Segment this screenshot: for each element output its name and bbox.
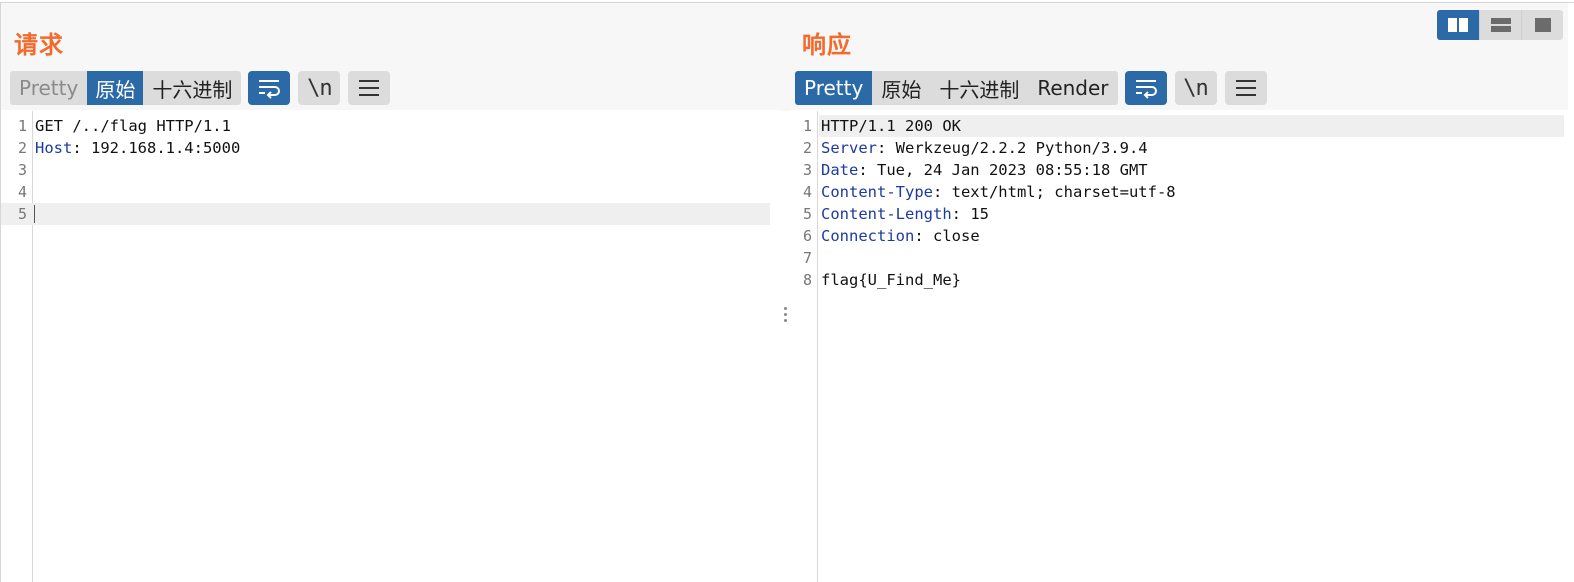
code-line: 2 Host: 192.168.1.4:5000 [1, 137, 781, 159]
request-wrap-lines-button[interactable] [248, 71, 291, 105]
line-number: 5 [17, 205, 27, 223]
response-menu-button[interactable] [1224, 71, 1267, 105]
menu-icon [359, 80, 380, 96]
code-line: 6 Connection: close [790, 225, 1568, 247]
split-rows-icon [1490, 18, 1511, 32]
line-number: 3 [802, 161, 812, 179]
response-tab-pretty[interactable]: Pretty [795, 71, 873, 105]
code-line: 1 GET /../flag HTTP/1.1 [1, 115, 781, 137]
line-number: 2 [17, 139, 27, 157]
request-title: 请求 [14, 31, 64, 59]
code-line: 4 Content-Type: text/html; charset=utf-8 [790, 181, 1568, 203]
header-name: Date [821, 161, 859, 179]
line-text: Host: 192.168.1.4:5000 [35, 139, 241, 157]
single-pane-icon [1534, 18, 1551, 32]
request-tab-pretty[interactable]: Pretty [10, 71, 87, 105]
request-header: 请求 Pretty 原始 十六进制 \n [1, 3, 781, 110]
code-line: 3 [1, 159, 781, 181]
response-title: 响应 [802, 31, 852, 59]
line-number: 7 [802, 249, 812, 267]
code-line: 4 [1, 181, 781, 203]
line-number: 4 [802, 183, 812, 201]
wrap-lines-icon [1135, 80, 1157, 99]
response-tab-render[interactable]: Render [1028, 71, 1117, 105]
response-editor[interactable]: 1 HTTP/1.1 200 OK 2 Server: Werkzeug/2.2… [790, 111, 1568, 582]
code-line: 7 [790, 247, 1568, 269]
line-text: GET /../flag HTTP/1.1 [35, 117, 231, 135]
line-number: 1 [17, 117, 27, 135]
text-caret [34, 205, 35, 223]
split-columns-icon [1448, 18, 1468, 32]
request-panel: 请求 Pretty 原始 十六进制 \n 1 GET /../flag HTTP… [1, 3, 781, 582]
layout-split-columns-button[interactable] [1437, 10, 1479, 40]
request-show-newlines-button[interactable]: \n [298, 71, 341, 105]
request-editor[interactable]: 1 GET /../flag HTTP/1.1 2 Host: 192.168.… [1, 111, 781, 582]
header-name: Server [821, 139, 877, 157]
line-text: flag{U_Find_Me} [821, 271, 961, 289]
line-number: 2 [802, 139, 812, 157]
line-text: HTTP/1.1 200 OK [821, 117, 961, 135]
request-view-tabs: Pretty 原始 十六进制 [10, 71, 242, 105]
wrap-lines-icon [259, 80, 281, 99]
request-tab-raw[interactable]: 原始 [87, 71, 144, 105]
layout-split-rows-button[interactable] [1479, 10, 1521, 40]
code-line: 2 Server: Werkzeug/2.2.2 Python/3.9.4 [790, 137, 1568, 159]
show-newlines-icon: \n [1183, 75, 1208, 101]
header-name: Host [35, 139, 73, 157]
line-text: Connection: close [821, 227, 980, 245]
line-number: 1 [802, 117, 812, 135]
line-text: Content-Length: 15 [821, 205, 989, 223]
code-line: 8 flag{U_Find_Me} [790, 269, 1568, 291]
header-name: Connection [821, 227, 915, 245]
splitter-grip-icon [784, 307, 787, 325]
response-tab-raw[interactable]: 原始 [872, 71, 930, 105]
line-number: 5 [802, 205, 812, 223]
response-toolbar: Pretty 原始 十六进制 Render \n [795, 71, 1267, 105]
header-name: Content-Type [821, 183, 933, 201]
request-tab-hex[interactable]: 十六进制 [143, 71, 241, 105]
pane-splitter[interactable] [781, 3, 790, 582]
code-line: 5 Content-Length: 15 [790, 203, 1568, 225]
response-wrap-lines-button[interactable] [1124, 71, 1167, 105]
line-number: 3 [17, 161, 27, 179]
line-text: Content-Type: text/html; charset=utf-8 [821, 183, 1176, 201]
response-tab-hex[interactable]: 十六进制 [930, 71, 1028, 105]
line-number: 6 [802, 227, 812, 245]
line-number: 8 [802, 271, 812, 289]
response-show-newlines-button[interactable]: \n [1174, 71, 1217, 105]
code-line: 3 Date: Tue, 24 Jan 2023 08:55:18 GMT [790, 159, 1568, 181]
line-text: Server: Werkzeug/2.2.2 Python/3.9.4 [821, 139, 1148, 157]
menu-icon [1235, 80, 1256, 96]
response-panel: 响应 Pretty 原始 十六进制 Render \n 1 HTTP/1.1 2… [790, 3, 1568, 582]
line-number: 4 [17, 183, 27, 201]
header-name: Content-Length [821, 205, 952, 223]
code-line-current: 5 [1, 203, 770, 225]
show-newlines-icon: \n [307, 75, 332, 101]
layout-single-pane-button[interactable] [1521, 10, 1563, 40]
line-text: Date: Tue, 24 Jan 2023 08:55:18 GMT [821, 161, 1148, 179]
response-view-tabs: Pretty 原始 十六进制 Render [795, 71, 1118, 105]
request-toolbar: Pretty 原始 十六进制 \n [10, 71, 391, 105]
layout-switch [1437, 10, 1563, 40]
code-line: 1 HTTP/1.1 200 OK [790, 115, 1568, 137]
request-menu-button[interactable] [348, 71, 391, 105]
